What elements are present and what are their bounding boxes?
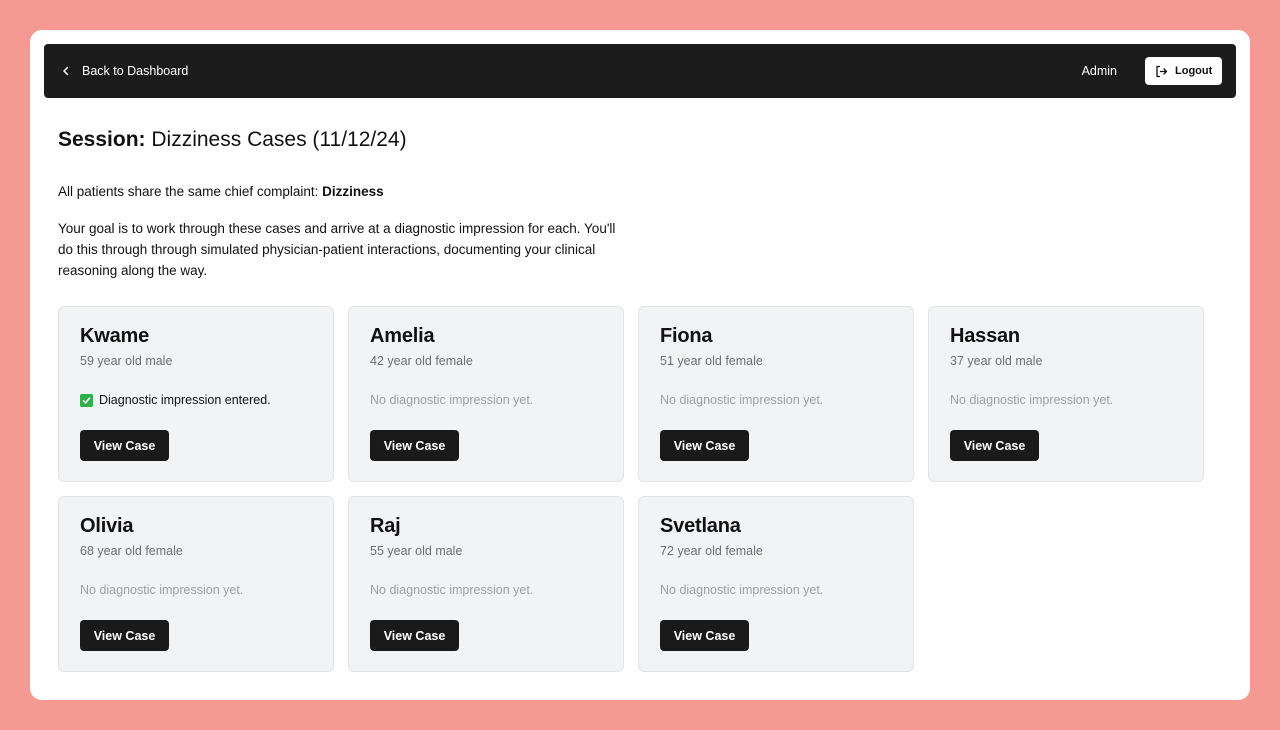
impression-status-text: No diagnostic impression yet. (950, 393, 1114, 407)
case-card-hassan: Hassan 37 year old male No diagnostic im… (928, 306, 1204, 482)
impression-status: No diagnostic impression yet. (660, 583, 823, 597)
impression-status-text: No diagnostic impression yet. (660, 583, 824, 597)
checkbox-checked-icon (80, 393, 93, 407)
header-right: Admin Logout (1082, 57, 1222, 85)
title-prefix: Session: (58, 128, 146, 151)
logout-icon (1155, 65, 1168, 78)
patient-name: Amelia (370, 325, 435, 347)
view-case-button[interactable]: View Case (80, 430, 169, 461)
patient-name: Hassan (950, 325, 1020, 347)
back-to-dashboard-link[interactable]: Back to Dashboard (60, 64, 188, 78)
patient-demographics: 72 year old female (660, 544, 763, 558)
patient-name: Kwame (80, 325, 150, 347)
impression-status-text: No diagnostic impression yet. (370, 583, 534, 597)
back-label: Back to Dashboard (82, 64, 189, 78)
view-case-button[interactable]: View Case (660, 620, 749, 651)
view-case-button[interactable]: View Case (370, 430, 459, 461)
case-card-olivia: Olivia 68 year old female No diagnostic … (58, 496, 334, 672)
top-navigation-bar: Back to Dashboard Admin Logout (44, 44, 1236, 98)
impression-status: No diagnostic impression yet. (80, 583, 243, 597)
impression-status: No diagnostic impression yet. (370, 393, 533, 407)
case-card-amelia: Amelia 42 year old female No diagnostic … (348, 306, 624, 482)
patient-name: Fiona (660, 325, 713, 347)
impression-status: Diagnostic impression entered. (80, 393, 271, 407)
patient-demographics: 42 year old female (370, 354, 473, 368)
patient-name: Raj (370, 515, 401, 537)
logout-button[interactable]: Logout (1145, 57, 1222, 85)
page-title: Session: Dizziness Cases (11/12/24) (58, 128, 407, 152)
case-card-raj: Raj 55 year old male No diagnostic impre… (348, 496, 624, 672)
impression-status-text: Diagnostic impression entered. (99, 393, 271, 407)
chevron-left-icon (60, 65, 72, 77)
goal-description: Your goal is to work through these cases… (58, 221, 616, 278)
patient-demographics: 51 year old female (660, 354, 763, 368)
patient-demographics: 55 year old male (370, 544, 463, 558)
view-case-button[interactable]: View Case (370, 620, 459, 651)
impression-status-text: No diagnostic impression yet. (80, 583, 244, 597)
view-case-button[interactable]: View Case (80, 620, 169, 651)
patient-demographics: 37 year old male (950, 354, 1043, 368)
logout-label: Logout (1175, 65, 1213, 77)
patient-name: Svetlana (660, 515, 741, 537)
view-case-button[interactable]: View Case (660, 430, 749, 461)
impression-status: No diagnostic impression yet. (950, 393, 1113, 407)
user-label: Admin (1081, 64, 1117, 78)
impression-status: No diagnostic impression yet. (370, 583, 533, 597)
chief-complaint: All patients share the same chief compla… (58, 184, 384, 199)
impression-status-text: No diagnostic impression yet. (660, 393, 824, 407)
case-card-fiona: Fiona 51 year old female No diagnostic i… (638, 306, 914, 482)
case-card-svetlana: Svetlana 72 year old female No diagnosti… (638, 496, 914, 672)
case-card-kwame: Kwame 59 year old male Diagnostic impres… (58, 306, 334, 482)
patient-demographics: 59 year old male (80, 354, 173, 368)
view-case-button[interactable]: View Case (950, 430, 1039, 461)
patient-name: Olivia (80, 515, 134, 537)
session-name: Dizziness Cases (11/12/24) (151, 128, 407, 151)
impression-status: No diagnostic impression yet. (660, 393, 823, 407)
app-window: Back to Dashboard Admin Logout Session: … (30, 30, 1250, 700)
complaint-value: Dizziness (322, 184, 384, 199)
complaint-prefix: All patients share the same chief compla… (58, 184, 319, 199)
impression-status-text: No diagnostic impression yet. (370, 393, 534, 407)
case-grid: Kwame 59 year old male Diagnostic impres… (58, 306, 1204, 672)
patient-demographics: 68 year old female (80, 544, 183, 558)
